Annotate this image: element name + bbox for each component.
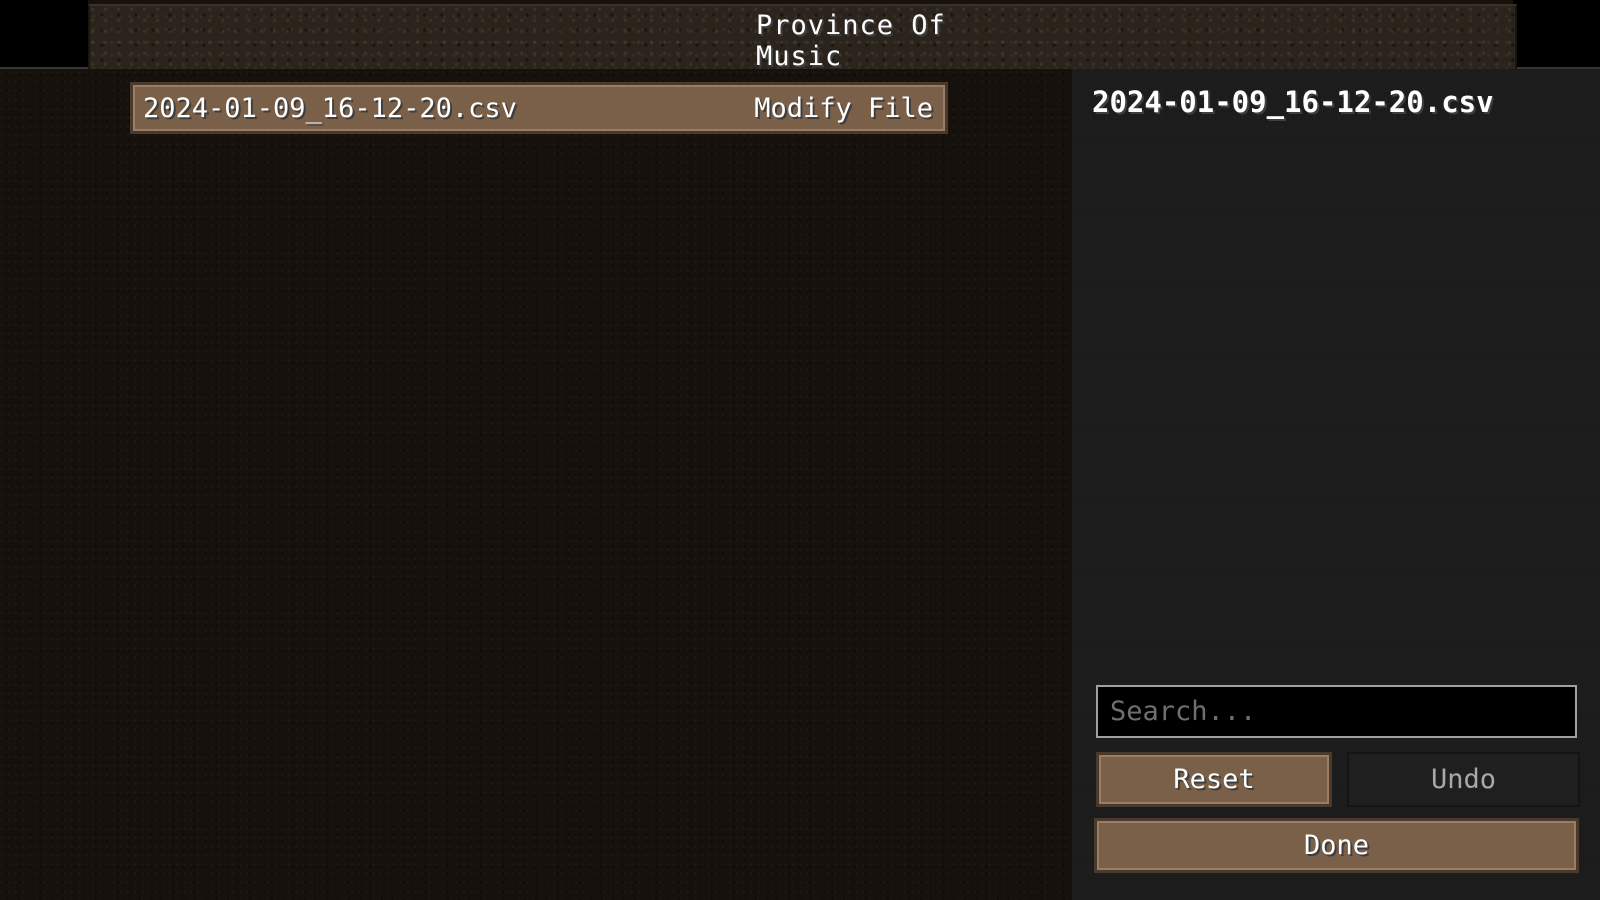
file-name: 2024-01-09_16-12-20.csv xyxy=(143,92,517,124)
tab-province-of-music[interactable]: Province Of Music xyxy=(756,10,1026,73)
modify-file-button[interactable]: Modify File xyxy=(754,93,933,124)
tab-bar: Province Of Music xyxy=(88,4,1517,73)
search-input[interactable] xyxy=(1108,695,1575,728)
header-left-edge xyxy=(0,0,88,69)
file-list-item[interactable]: 2024-01-09_16-12-20.csv Modify File xyxy=(130,82,948,134)
music-config-screen: Province Of Music 2024-01-09_16-12-20.cs… xyxy=(0,0,1600,900)
reset-button[interactable]: Reset xyxy=(1096,752,1332,807)
tab-label: Province Of Music xyxy=(756,10,946,72)
selected-file-title: 2024-01-09_16-12-20.csv xyxy=(1092,85,1494,119)
undo-button[interactable]: Undo xyxy=(1347,752,1580,807)
side-panel: 2024-01-09_16-12-20.csv Reset Undo Done xyxy=(1072,69,1600,900)
header-right-edge xyxy=(1513,0,1600,69)
done-button[interactable]: Done xyxy=(1094,818,1579,873)
file-list[interactable]: 2024-01-09_16-12-20.csv Modify File xyxy=(0,69,1072,900)
search-field[interactable] xyxy=(1096,685,1577,738)
